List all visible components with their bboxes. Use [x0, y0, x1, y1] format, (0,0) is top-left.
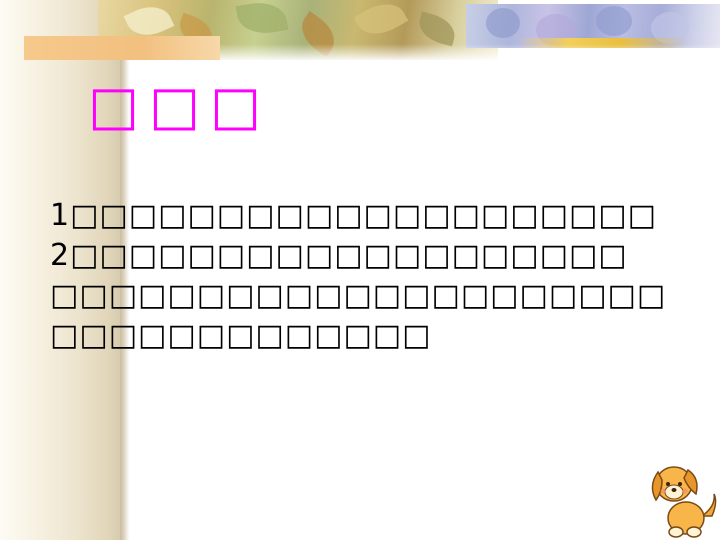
body-line-4: □□□□□□□□□□□□□: [50, 318, 432, 353]
leaf-shape: [235, 0, 289, 38]
leaf-shape: [353, 0, 409, 44]
body-line-3: □□□□□□□□□□□□□□□□□□□□□: [50, 278, 667, 313]
slide: □□□ 1□□□□□□□□□□□□□□□□□□□□ 2□□□□□□□□□□□□□…: [0, 0, 720, 540]
puppy-icon: [651, 466, 717, 538]
body-line-2: 2□□□□□□□□□□□□□□□□□□□: [50, 238, 628, 273]
slide-body: 1□□□□□□□□□□□□□□□□□□□□ 2□□□□□□□□□□□□□□□□□…: [50, 196, 667, 356]
flower-shape: [596, 6, 632, 36]
flower-shape: [486, 8, 520, 38]
leaf-shape: [415, 11, 459, 47]
orange-accent-bar: [24, 36, 220, 60]
body-line-1: 1□□□□□□□□□□□□□□□□□□□□: [50, 198, 657, 233]
slide-title: □□□: [88, 74, 272, 137]
